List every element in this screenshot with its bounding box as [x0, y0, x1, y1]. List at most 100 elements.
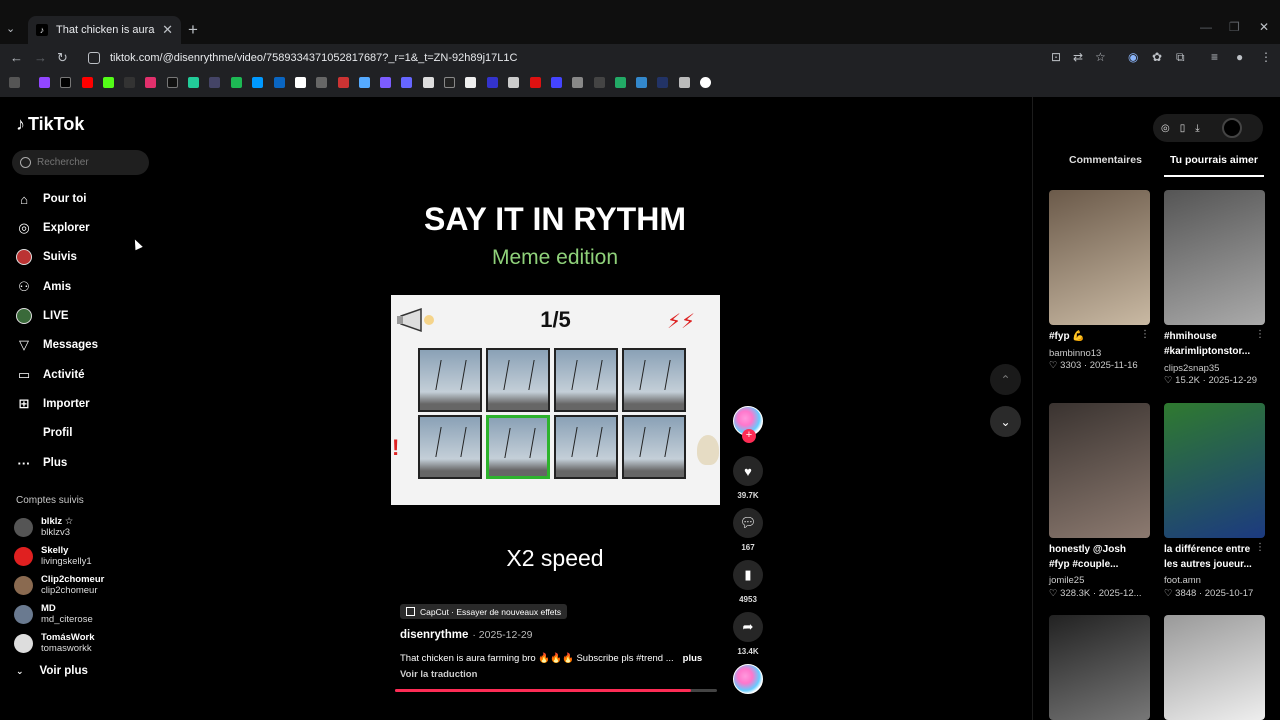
suggested-video-thumbnail[interactable] [1049, 615, 1150, 720]
install-icon[interactable]: ⊡ [1051, 50, 1061, 64]
site-info-icon[interactable] [88, 52, 100, 64]
bookmark-icon[interactable] [209, 77, 220, 88]
music-disc-avatar[interactable] [733, 664, 763, 694]
address-bar[interactable]: tiktok.com/@disenrythme/video/7589334371… [80, 46, 1120, 70]
nav-for-you[interactable]: ⌂ Pour toi [16, 189, 86, 209]
bookmark-icon[interactable] [82, 77, 93, 88]
suggested-video-user[interactable]: clips2snap35 [1164, 363, 1219, 374]
suggested-video-title[interactable]: la différence entre les autres joueur... [1164, 542, 1254, 572]
nav-more[interactable]: ··· Plus [16, 453, 68, 473]
nav-upload[interactable]: ⊞ Importer [16, 394, 90, 414]
bookmark-icon[interactable] [252, 77, 263, 88]
profile-avatar[interactable] [1221, 118, 1242, 138]
more-options-icon[interactable]: ⋮ [1140, 329, 1150, 340]
tab-suggestions[interactable]: Tu pourrais aimer [1170, 154, 1258, 166]
followed-account[interactable]: MD md_citerose [14, 603, 93, 625]
menu-icon[interactable]: ⋮ [1260, 50, 1272, 64]
tiktok-logo[interactable]: ♪ TikTok [16, 114, 84, 135]
suggested-video-thumbnail[interactable] [1164, 190, 1265, 325]
maximize-icon[interactable]: ❐ [1229, 20, 1240, 34]
share-action[interactable]: ➦ 13.4K [733, 612, 763, 656]
extensions-puzzle-icon[interactable]: ⧉ [1176, 50, 1185, 65]
nav-activity[interactable]: ▭ Activité [16, 365, 85, 385]
translate-link[interactable]: Voir la traduction [400, 669, 477, 680]
suggested-video-thumbnail[interactable] [1049, 403, 1150, 538]
bookmark-icon[interactable] [700, 77, 711, 88]
bookmark-icon[interactable] [316, 77, 327, 88]
next-video-button[interactable]: ⌄ [990, 406, 1021, 437]
bookmark-icon[interactable] [231, 77, 242, 88]
bookmark-icon[interactable] [338, 77, 349, 88]
search-input[interactable] [37, 157, 137, 168]
bookmark-icon[interactable] [39, 77, 50, 88]
suggested-video-title[interactable]: #fyp 💪 [1049, 329, 1139, 344]
media-icon[interactable]: ≡ [1211, 50, 1218, 64]
more-link[interactable]: plus [683, 653, 703, 664]
video-author[interactable]: disenrythme · 2025-12-29 [400, 629, 533, 641]
bookmark-icon[interactable] [167, 77, 178, 88]
bookmark-icon[interactable] [188, 77, 199, 88]
suggested-video-user[interactable]: jomile25 [1049, 575, 1084, 586]
previous-video-button[interactable]: ⌃ [990, 364, 1021, 395]
minimize-icon[interactable]: — [1200, 20, 1212, 34]
phone-icon[interactable]: ▯ [1180, 123, 1186, 134]
nav-following[interactable]: Suivis [16, 247, 77, 267]
like-action[interactable]: ♥ 39.7K [733, 456, 763, 500]
nav-live[interactable]: LIVE [16, 306, 69, 326]
heart-icon[interactable]: ♥ [733, 456, 763, 486]
comment-action[interactable]: 💬︎ 167 [733, 508, 763, 552]
bookmark-icon[interactable] [572, 77, 583, 88]
translate-icon[interactable]: ⇄ [1073, 50, 1083, 64]
bookmark-icon[interactable] [657, 77, 668, 88]
suggested-video-title[interactable]: honestly @Josh #fyp #couple... [1049, 542, 1139, 572]
bookmark-icon[interactable] [124, 77, 135, 88]
download-icon[interactable]: ⤓ [1195, 123, 1199, 134]
close-tab-icon[interactable]: ✕ [162, 22, 173, 38]
comment-icon[interactable]: 💬︎ [733, 508, 763, 538]
apps-icon[interactable] [9, 77, 20, 88]
back-icon[interactable]: ← [10, 50, 23, 65]
bookmark-icon[interactable] [487, 77, 498, 88]
bookmark-icon[interactable] [530, 77, 541, 88]
followed-account[interactable]: blklz ☆ blklzv3 [14, 516, 73, 538]
bookmark-icon[interactable] [295, 77, 306, 88]
new-tab-icon[interactable]: + [188, 20, 198, 40]
bookmark-icon[interactable] [274, 77, 285, 88]
star-icon[interactable]: ☆ [1095, 50, 1106, 64]
search-box[interactable] [12, 150, 149, 175]
reload-icon[interactable]: ↻ [57, 50, 68, 66]
creator-avatar[interactable]: + [733, 406, 763, 443]
see-more-button[interactable]: ⌄ Voir plus [16, 665, 88, 677]
bookmark-icon[interactable] [359, 77, 370, 88]
bookmark-icon[interactable] [679, 77, 690, 88]
bookmark-icon[interactable] [380, 77, 391, 88]
capcut-badge[interactable]: CapCut · Essayer de nouveaux effets [400, 604, 568, 619]
bookmark-icon[interactable]: ▮ [733, 560, 763, 590]
suggested-video-thumbnail[interactable] [1164, 403, 1265, 538]
bookmark-icon[interactable] [465, 77, 476, 88]
profile-icon[interactable]: ● [1236, 50, 1243, 64]
save-action[interactable]: ▮ 4953 [733, 560, 763, 604]
bookmark-icon[interactable] [60, 77, 71, 88]
tab-search-icon[interactable]: ⌄ [6, 22, 15, 35]
bookmark-icon[interactable] [551, 77, 562, 88]
suggested-video-user[interactable]: bambinno13 [1049, 348, 1101, 359]
suggested-video-user[interactable]: foot.amn [1164, 575, 1201, 586]
bookmark-icon[interactable] [508, 77, 519, 88]
share-icon[interactable]: ➦ [733, 612, 763, 642]
suggested-video-title[interactable]: #hmihouse #karimliptonstor... [1164, 329, 1254, 359]
bookmark-icon[interactable] [401, 77, 412, 88]
bookmark-icon[interactable] [615, 77, 626, 88]
extension2-icon[interactable]: ✿ [1152, 50, 1162, 64]
nav-friends[interactable]: ⚇ Amis [16, 277, 71, 297]
bookmark-icon[interactable] [103, 77, 114, 88]
forward-icon[interactable]: → [34, 50, 47, 65]
compass-icon[interactable]: ◎ [1161, 123, 1170, 134]
followed-account[interactable]: Clip2chomeur clip2chomeur [14, 574, 104, 596]
extension-icon[interactable]: ◉ [1128, 50, 1138, 64]
bookmark-icon[interactable] [594, 77, 605, 88]
follow-plus-icon[interactable]: + [742, 429, 756, 443]
more-options-icon[interactable]: ⋮ [1255, 329, 1265, 340]
video-progress-bar[interactable] [395, 689, 717, 692]
browser-tab[interactable]: ♪ That chicken is aura farming ✕ [28, 16, 181, 44]
